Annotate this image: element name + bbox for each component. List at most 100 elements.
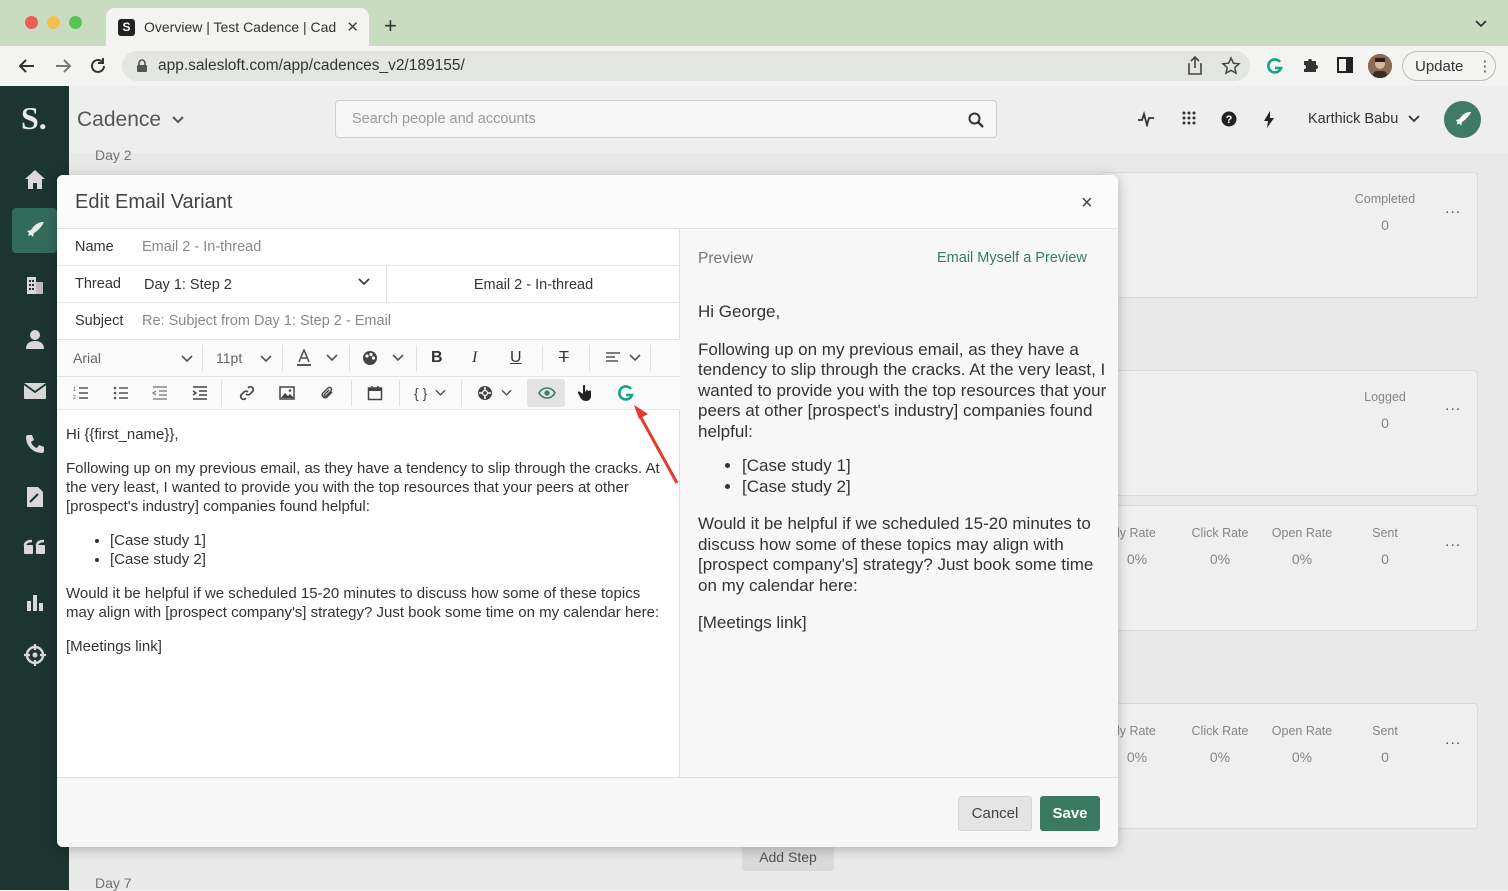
- bookmark-star-icon[interactable]: [1221, 56, 1241, 76]
- chevron-down-icon: [629, 354, 641, 362]
- name-field[interactable]: Email 2 - In-thread: [142, 239, 261, 255]
- browser-toolbar: app.salesloft.com/app/cadences_v2/189155…: [0, 46, 1508, 86]
- quote-icon[interactable]: [22, 536, 48, 562]
- name-label: Name: [75, 239, 114, 255]
- indent-icon[interactable]: [192, 377, 208, 409]
- list-item: [Case study 1]: [742, 456, 1108, 477]
- building-icon[interactable]: [22, 272, 48, 298]
- snippets-icon[interactable]: [477, 377, 512, 409]
- address-bar[interactable]: app.salesloft.com/app/cadences_v2/189155…: [122, 51, 1250, 81]
- subject-field[interactable]: Re: Subject from Day 1: Step 2 - Email: [142, 313, 391, 329]
- home-icon[interactable]: [22, 166, 48, 192]
- close-icon[interactable]: ×: [1081, 192, 1093, 215]
- calendar-icon[interactable]: [367, 377, 383, 409]
- bar-chart-icon[interactable]: [22, 589, 48, 615]
- sidepanel-icon[interactable]: [1336, 56, 1354, 74]
- save-button[interactable]: Save: [1040, 796, 1100, 831]
- thread-row: Thread Day 1: Step 2 Email 2 - In-thread: [57, 266, 680, 303]
- strikethrough-icon[interactable]: T: [559, 340, 569, 376]
- insert-toolbar: 12 {}: [57, 377, 680, 410]
- editor-pane: Name Email 2 - In-thread Thread Day 1: S…: [57, 229, 680, 777]
- new-tab-button[interactable]: +: [384, 13, 397, 39]
- lightning-bolt-icon[interactable]: [1263, 111, 1275, 128]
- tab-search-chevron-icon[interactable]: [1474, 16, 1488, 30]
- chevron-down-icon: [181, 355, 193, 363]
- font-family-select[interactable]: Arial: [73, 340, 193, 376]
- align-icon[interactable]: [605, 340, 641, 376]
- image-icon[interactable]: [279, 377, 295, 409]
- attachment-icon[interactable]: [319, 377, 335, 409]
- toolbar-separator: [349, 345, 350, 371]
- underline-icon[interactable]: U: [510, 340, 522, 376]
- section-switcher[interactable]: Cadence: [77, 108, 185, 132]
- browser-tab[interactable]: S Overview | Test Cadence | Cad ✕: [106, 8, 369, 46]
- subject-row: Subject Re: Subject from Day 1: Step 2 -…: [57, 303, 680, 340]
- font-size-select[interactable]: 11pt: [216, 340, 274, 376]
- phone-icon[interactable]: [22, 431, 48, 457]
- forward-arrow-icon[interactable]: [52, 55, 74, 77]
- font-size-value: 11pt: [216, 350, 243, 366]
- grammarly-extension-icon[interactable]: [1265, 56, 1285, 76]
- user-menu[interactable]: Karthick Babu: [1308, 111, 1420, 127]
- email-myself-preview-link[interactable]: Email Myself a Preview: [937, 250, 1087, 266]
- toolbar-separator: [202, 345, 203, 371]
- preview-meetings-link: [Meetings link]: [698, 613, 807, 632]
- launch-rocket-button[interactable]: [1444, 101, 1481, 138]
- window-controls: [25, 16, 82, 29]
- eye-icon[interactable]: [538, 377, 556, 409]
- chevron-down-icon: [260, 355, 272, 363]
- hand-pointer-icon[interactable]: [578, 377, 592, 409]
- help-icon[interactable]: ?: [1221, 111, 1237, 127]
- browser-menu-icon[interactable]: ⋮: [1477, 57, 1492, 75]
- minimize-window-button[interactable]: [47, 16, 60, 29]
- modal-title: Edit Email Variant: [75, 191, 233, 213]
- global-search-input[interactable]: Search people and accounts: [335, 100, 997, 138]
- link-icon[interactable]: [239, 377, 255, 409]
- modal-footer: Cancel Save: [57, 777, 1118, 847]
- editor-paragraph: Would it be helpful if we scheduled 15-2…: [66, 585, 660, 621]
- thread-select[interactable]: Day 1: Step 2: [142, 266, 387, 303]
- annotation-arrow-icon: [634, 405, 679, 484]
- outdent-icon[interactable]: [152, 377, 168, 409]
- editor-meetings-link: [Meetings link]: [66, 638, 162, 655]
- extensions-puzzle-icon[interactable]: [1301, 56, 1319, 74]
- document-icon[interactable]: [22, 484, 48, 510]
- share-icon[interactable]: [1186, 56, 1204, 76]
- highlight-color-icon[interactable]: [362, 340, 404, 376]
- app-grid-icon[interactable]: [1182, 111, 1196, 125]
- salesloft-logo: S.: [21, 100, 47, 136]
- cancel-button[interactable]: Cancel: [958, 796, 1032, 831]
- mail-icon[interactable]: [22, 378, 48, 404]
- chevron-down-icon: [1408, 115, 1420, 123]
- bullet-list-icon[interactable]: [113, 377, 129, 409]
- email-preview-body: Hi George, Following up on my previous e…: [698, 302, 1108, 651]
- toolbar-separator: [399, 380, 400, 406]
- toolbar-separator: [589, 345, 590, 371]
- activity-pulse-icon[interactable]: [1137, 111, 1155, 127]
- user-name: Karthick Babu: [1308, 111, 1399, 127]
- close-tab-icon[interactable]: ✕: [346, 18, 359, 36]
- font-family-value: Arial: [73, 350, 102, 366]
- reload-icon[interactable]: [87, 55, 109, 77]
- profile-avatar[interactable]: [1368, 54, 1392, 78]
- close-window-button[interactable]: [25, 16, 38, 29]
- preview-greeting: Hi George,: [698, 302, 781, 321]
- salesloft-favicon-icon: S: [118, 18, 135, 36]
- target-icon[interactable]: [22, 642, 48, 668]
- editor-bullet-list: [Case study 1] [Case study 2]: [110, 531, 666, 569]
- rocket-icon: [1455, 111, 1471, 125]
- list-item: [Case study 1]: [110, 531, 666, 550]
- email-body-editor[interactable]: Hi {{first_name}}, Following up on my pr…: [66, 425, 666, 671]
- maximize-window-button[interactable]: [69, 16, 82, 29]
- update-button[interactable]: Update ⋮: [1402, 51, 1496, 81]
- italic-icon[interactable]: I: [472, 340, 477, 376]
- font-color-icon[interactable]: [296, 340, 338, 376]
- toolbar-separator: [282, 345, 283, 371]
- bold-icon[interactable]: B: [431, 340, 443, 376]
- search-icon[interactable]: [968, 112, 984, 128]
- person-icon[interactable]: [22, 326, 48, 352]
- dynamic-fields-icon[interactable]: { }: [414, 377, 446, 409]
- numbered-list-icon[interactable]: 12: [73, 377, 89, 409]
- back-arrow-icon[interactable]: [16, 55, 38, 77]
- rocket-icon[interactable]: [22, 218, 48, 244]
